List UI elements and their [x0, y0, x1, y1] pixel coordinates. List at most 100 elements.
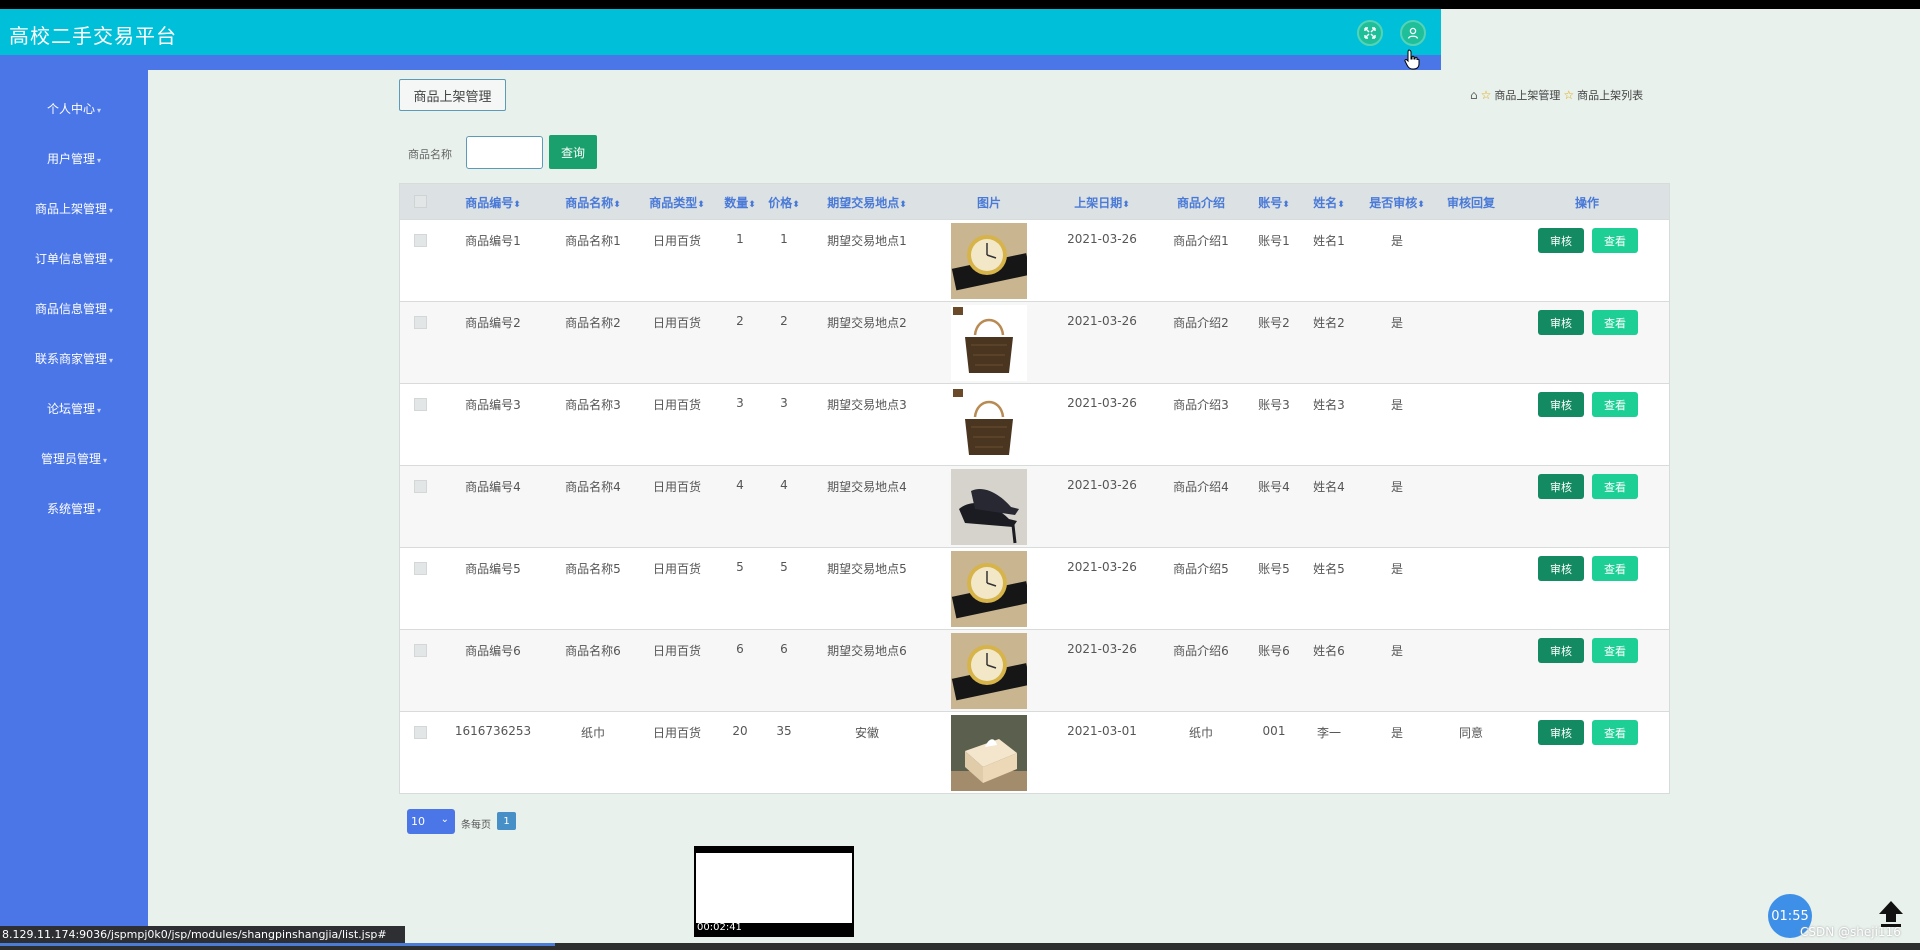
- search-button[interactable]: 查询: [549, 135, 597, 169]
- star-icon: ☆: [1563, 88, 1575, 102]
- row-checkbox[interactable]: [414, 316, 427, 329]
- sidebar-item-order-management[interactable]: 订单信息管理 ▾: [0, 250, 148, 267]
- cell-price: 3: [780, 396, 788, 410]
- product-listing-table: 商品编号⬍ 商品名称⬍ 商品类型⬍ 数量⬍ 价格⬍ 期望交易地点⬍ 图片 上架日…: [399, 183, 1670, 794]
- row-checkbox[interactable]: [414, 234, 427, 247]
- row-checkbox[interactable]: [414, 562, 427, 575]
- cell-price: 4: [780, 478, 788, 492]
- sidebar-item-listing-management[interactable]: 商品上架管理 ▾: [0, 200, 148, 217]
- sidebar-item-admin-management[interactable]: 管理员管理 ▾: [0, 450, 148, 467]
- column-header[interactable]: 商品名称⬍: [565, 194, 621, 211]
- cell-person: 李一: [1316, 726, 1342, 740]
- cell-type: 日用百货: [652, 644, 702, 658]
- row-checkbox[interactable]: [414, 726, 427, 739]
- cell-type: 日用百货: [652, 234, 702, 248]
- sidebar-item-contact-merchant[interactable]: 联系商家管理 ▾: [0, 350, 148, 367]
- page-size-select[interactable]: 10 ⌄: [407, 809, 455, 834]
- audit-button[interactable]: 审核: [1538, 392, 1584, 417]
- select-all-checkbox[interactable]: [414, 195, 427, 208]
- cell-type: 日用百货: [652, 316, 702, 330]
- column-header[interactable]: 姓名⬍: [1313, 194, 1345, 211]
- caret-down-icon: ▾: [109, 306, 114, 315]
- cell-account: 001: [1262, 724, 1286, 738]
- cell-audited: 是: [1390, 316, 1404, 330]
- cell-reply: 同意: [1458, 726, 1484, 740]
- video-preview-screen: [696, 853, 852, 923]
- tab-listing-management[interactable]: 商品上架管理: [399, 79, 506, 111]
- audit-button[interactable]: 审核: [1538, 474, 1584, 499]
- sort-icon: ⬍: [697, 200, 705, 210]
- column-header[interactable]: 上架日期⬍: [1074, 194, 1130, 211]
- video-preview-thumbnail[interactable]: 00:02:41: [694, 846, 854, 937]
- sidebar-item-label: 商品信息管理: [34, 302, 107, 316]
- sort-icon: ⬍: [899, 200, 907, 210]
- column-header[interactable]: 商品编号⬍: [465, 194, 521, 211]
- view-button[interactable]: 查看: [1592, 392, 1638, 417]
- cell-qty: 4: [736, 478, 744, 492]
- sort-icon: ⬍: [513, 200, 521, 210]
- row-checkbox[interactable]: [414, 398, 427, 411]
- sort-icon: ⬍: [1417, 200, 1425, 210]
- column-header[interactable]: 账号⬍: [1258, 194, 1290, 211]
- cell-qty: 5: [736, 560, 744, 574]
- product-image: [951, 715, 1027, 791]
- product-name-search-input[interactable]: [466, 136, 543, 169]
- product-image: [951, 223, 1027, 299]
- column-header[interactable]: 数量⬍: [724, 194, 756, 211]
- per-page-label: 条每页: [461, 820, 491, 831]
- row-checkbox[interactable]: [414, 480, 427, 493]
- view-button[interactable]: 查看: [1592, 638, 1638, 663]
- cell-intro: 纸巾: [1188, 726, 1214, 740]
- fullscreen-button[interactable]: [1357, 20, 1383, 46]
- sidebar-item-product-management[interactable]: 商品信息管理 ▾: [0, 300, 148, 317]
- cell-person: 姓名6: [1313, 644, 1345, 658]
- sidebar-item-forum-management[interactable]: 论坛管理 ▾: [0, 400, 148, 417]
- view-button[interactable]: 查看: [1592, 474, 1638, 499]
- cell-code: 商品编号3: [465, 398, 521, 412]
- sidebar-item-label: 商品上架管理: [34, 202, 107, 216]
- column-header: 商品介绍: [1176, 196, 1226, 210]
- sort-icon: ⬍: [1282, 200, 1290, 210]
- page-number-button[interactable]: 1: [497, 812, 516, 830]
- sidebar-item-label: 系统管理: [46, 502, 95, 516]
- view-button[interactable]: 查看: [1592, 556, 1638, 581]
- sidebar-item-personal-center[interactable]: 个人中心 ▾: [0, 100, 148, 117]
- arrow-up-icon[interactable]: [1877, 898, 1905, 928]
- cell-qty: 2: [736, 314, 744, 328]
- view-button[interactable]: 查看: [1592, 310, 1638, 335]
- app-title: 高校二手交易平台: [9, 24, 177, 48]
- cell-audited: 是: [1390, 562, 1404, 576]
- table-row: 商品编号4 商品名称4 日用百货 4 4 期望交易地点4 2021-03-26 商品介绍4 账号…: [400, 465, 1669, 547]
- column-header[interactable]: 期望交易地点⬍: [827, 194, 907, 211]
- cell-intro: 商品介绍2: [1173, 316, 1229, 330]
- view-button[interactable]: 查看: [1592, 228, 1638, 253]
- caret-down-icon: ▾: [97, 406, 102, 415]
- cell-name: 纸巾: [580, 726, 606, 740]
- cell-name: 商品名称5: [565, 562, 621, 576]
- sidebar-item-user-management[interactable]: 用户管理 ▾: [0, 150, 148, 167]
- table-header: 商品编号⬍ 商品名称⬍ 商品类型⬍ 数量⬍ 价格⬍ 期望交易地点⬍ 图片 上架日…: [400, 184, 1669, 219]
- sidebar: 个人中心 ▾ 用户管理 ▾ 商品上架管理 ▾ 订单信息管理 ▾ 商品信息管理 ▾ 联系商家…: [0, 70, 148, 950]
- row-checkbox[interactable]: [414, 644, 427, 657]
- caret-down-icon: ▾: [97, 106, 102, 115]
- column-header[interactable]: 价格⬍: [768, 194, 800, 211]
- audit-button[interactable]: 审核: [1538, 228, 1584, 253]
- cell-price: 2: [780, 314, 788, 328]
- mouse-cursor-icon: [1404, 49, 1420, 70]
- sort-icon: ⬍: [613, 200, 621, 210]
- user-profile-button[interactable]: [1400, 20, 1426, 46]
- audit-button[interactable]: 审核: [1538, 556, 1584, 581]
- audit-button[interactable]: 审核: [1538, 310, 1584, 335]
- view-button[interactable]: 查看: [1592, 720, 1638, 745]
- column-header[interactable]: 是否审核⬍: [1369, 194, 1425, 211]
- sidebar-item-system-management[interactable]: 系统管理 ▾: [0, 500, 148, 517]
- audit-button[interactable]: 审核: [1538, 638, 1584, 663]
- column-header: 操作: [1574, 196, 1600, 210]
- breadcrumb-item[interactable]: 商品上架管理: [1494, 87, 1560, 103]
- caret-down-icon: ▾: [97, 156, 102, 165]
- column-header[interactable]: 商品类型⬍: [649, 194, 705, 211]
- cell-audited: 是: [1390, 398, 1404, 412]
- audit-button[interactable]: 审核: [1538, 720, 1584, 745]
- home-icon[interactable]: ⌂: [1470, 88, 1478, 102]
- cell-account: 账号1: [1258, 234, 1290, 248]
